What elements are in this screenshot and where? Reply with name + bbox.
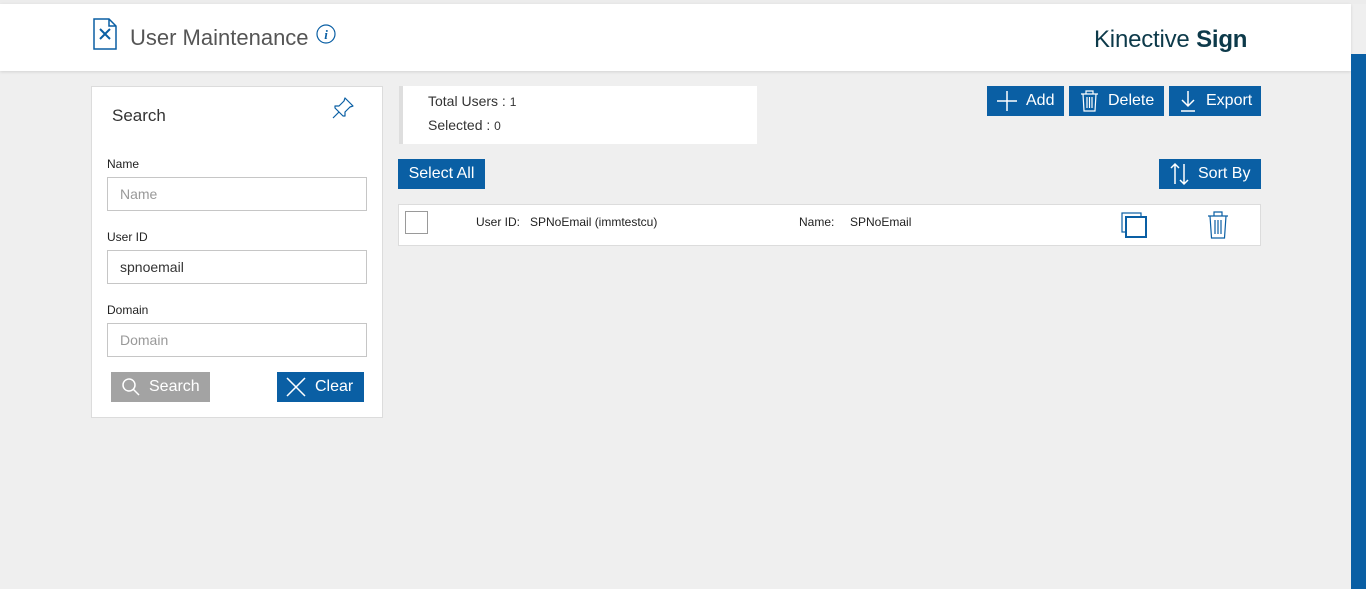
selected-count: Selected : 0 — [428, 117, 501, 133]
domain-input[interactable] — [107, 323, 367, 357]
close-icon — [286, 377, 306, 397]
user-id-label: User ID — [107, 230, 148, 244]
clear-button-label: Clear — [315, 378, 354, 395]
select-all-label: Select All — [408, 165, 475, 182]
user-id-value: SPNoEmail (immtestcu) — [530, 215, 658, 229]
sort-icon — [1170, 162, 1189, 186]
clear-button[interactable]: Clear — [277, 372, 364, 402]
name-label: Name: — [799, 215, 835, 229]
search-button[interactable]: Search — [111, 372, 210, 402]
delete-button[interactable]: Delete — [1069, 86, 1164, 116]
sort-by-label: Sort By — [1198, 165, 1251, 182]
name-label: Name — [107, 157, 140, 171]
delete-button-label: Delete — [1108, 92, 1155, 109]
export-button[interactable]: Export — [1169, 86, 1261, 116]
info-icon[interactable]: i — [316, 24, 336, 44]
search-button-label: Search — [149, 378, 200, 395]
total-users: Total Users : 1 — [428, 93, 517, 109]
user-id-label: User ID: — [476, 215, 521, 229]
table-row: User ID: SPNoEmail (immtestcu) Name: SPN… — [398, 204, 1261, 246]
name-value: SPNoEmail — [850, 215, 912, 229]
add-button[interactable]: Add — [987, 86, 1064, 116]
search-icon — [122, 378, 140, 396]
document-tools-icon — [93, 18, 117, 50]
search-panel-title: Search — [112, 106, 166, 125]
sort-by-button[interactable]: Sort By — [1159, 159, 1261, 189]
user-id-input[interactable] — [107, 250, 367, 284]
brand-logo: Kinective Sign — [1094, 26, 1248, 53]
page-header: User Maintenance i Kinective Sign — [0, 4, 1351, 71]
trash-icon — [1081, 90, 1098, 112]
scrollbar[interactable] — [1351, 54, 1366, 589]
pin-icon[interactable] — [330, 95, 356, 121]
name-input[interactable] — [107, 177, 367, 211]
download-icon — [1181, 91, 1195, 112]
search-panel: Search Name User ID Domain Search Clear — [91, 86, 383, 418]
domain-label: Domain — [107, 303, 149, 317]
summary-box: Total Users : 1 Selected : 0 — [399, 86, 757, 144]
row-checkbox[interactable] — [405, 211, 428, 234]
copy-icon[interactable] — [1121, 212, 1147, 238]
page-title: User Maintenance — [130, 25, 309, 50]
select-all-button[interactable]: Select All — [398, 159, 485, 189]
export-button-label: Export — [1206, 92, 1253, 109]
delete-row-icon[interactable] — [1207, 211, 1229, 239]
add-button-label: Add — [1026, 92, 1055, 109]
plus-icon — [997, 91, 1017, 111]
svg-text:i: i — [324, 27, 328, 42]
